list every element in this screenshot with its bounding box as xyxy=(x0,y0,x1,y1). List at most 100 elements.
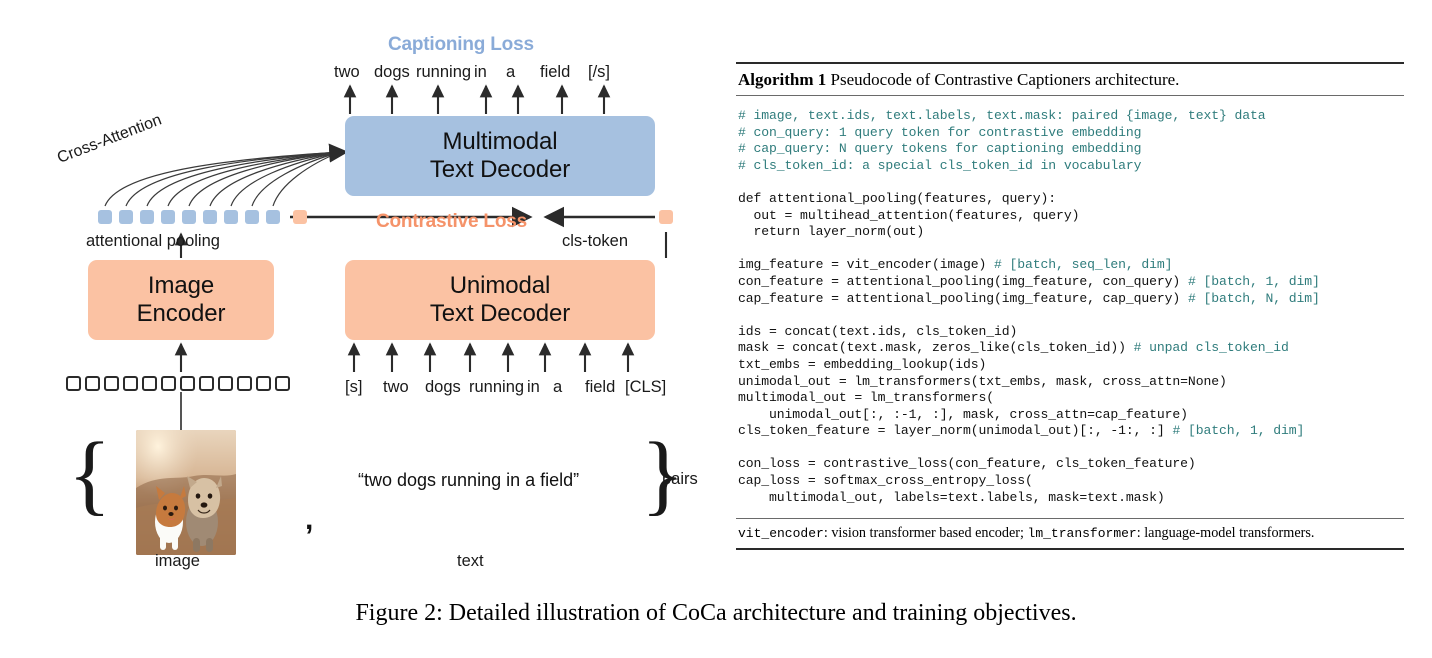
code-comment: # cap_query: N query tokens for captioni… xyxy=(738,141,1142,157)
code-text: multimodal_out = lm_transformers( xyxy=(738,390,994,406)
pairs-label: pairs xyxy=(662,470,698,488)
code-line xyxy=(738,440,1402,457)
code-line: mask = concat(text.mask, zeros_like(cls_… xyxy=(738,340,1402,357)
code-comment: # cls_token_id: a special cls_token_id i… xyxy=(738,157,1142,173)
code-line xyxy=(738,174,1402,191)
image-encoder-line2: Encoder xyxy=(136,300,226,327)
code-comment: # unpad cls_token_id xyxy=(1133,340,1289,356)
pooling-token xyxy=(140,210,154,224)
image-patch xyxy=(256,376,271,391)
footnote-text: : vision transformer based encoder; xyxy=(823,525,1028,542)
code-comment: # [batch, 1, dim] xyxy=(1187,273,1320,289)
code-comment: # [batch, N, dim] xyxy=(1187,290,1320,306)
algorithm-panel: Algorithm 1 Pseudocode of Contrastive Ca… xyxy=(736,62,1404,551)
code-text: return layer_norm(out) xyxy=(738,224,925,240)
pooling-token xyxy=(266,210,280,224)
image-patch xyxy=(123,376,138,391)
code-comment: # con_query: 1 query token for contrasti… xyxy=(738,124,1142,140)
code-text: txt_embs = embedding_lookup(ids) xyxy=(738,356,987,372)
algorithm-title-rest: Pseudocode of Contrastive Captioners arc… xyxy=(826,70,1180,89)
output-token-row: two dogs running in a field [/s] xyxy=(334,63,634,83)
image-patch xyxy=(275,376,290,391)
cls-token-square xyxy=(659,210,673,224)
coca-architecture-diagram: Captioning Loss Contrastive Loss two dogs… xyxy=(0,0,716,596)
code-line: con_loss = contrastive_loss(con_feature,… xyxy=(738,456,1402,473)
code-line: txt_embs = embedding_lookup(ids) xyxy=(738,357,1402,374)
image-patch xyxy=(85,376,100,391)
attentional-pooling-token-row xyxy=(98,210,307,224)
algorithm-code-block: # image, text.ids, text.labels, text.mas… xyxy=(736,96,1404,518)
image-modality-label: image xyxy=(155,552,200,570)
cross-attention-curves xyxy=(104,151,341,207)
code-line: unimodal_out = lm_transformers(txt_embs,… xyxy=(738,374,1402,391)
code-comment: # [batch, 1, dim] xyxy=(1172,423,1305,439)
cross-attention-arrowhead xyxy=(328,143,349,163)
pooling-token xyxy=(161,210,175,224)
multimodal-decoder-line2: Text Decoder xyxy=(429,156,571,183)
code-line: # cls_token_id: a special cls_token_id i… xyxy=(738,158,1402,175)
code-line xyxy=(738,241,1402,258)
output-token: dogs xyxy=(374,63,410,81)
unimodal-decoder-line2: Text Decoder xyxy=(429,300,571,327)
multimodal-decoder-line1: Multimodal xyxy=(442,127,558,155)
code-text: cap_loss = softmax_cross_entropy_loss( xyxy=(738,473,1033,489)
image-patch-row xyxy=(66,376,290,391)
image-patch xyxy=(237,376,252,391)
code-line: cap_loss = softmax_cross_entropy_loss( xyxy=(738,473,1402,490)
attentional-pooling-label: attentional pooling xyxy=(86,232,220,250)
code-line: multimodal_out = lm_transformers( xyxy=(738,390,1402,407)
code-line: # image, text.ids, text.labels, text.mas… xyxy=(738,108,1402,125)
unimodal-decoder-line1: Unimodal xyxy=(449,271,551,299)
input-token: in xyxy=(527,378,540,396)
captioning-loss-label: Captioning Loss xyxy=(388,34,534,55)
image-patch xyxy=(199,376,214,391)
footnote-code: vit_encoder xyxy=(738,526,824,542)
code-line: con_feature = attentional_pooling(img_fe… xyxy=(738,274,1402,291)
image-encoder-line1: Image xyxy=(147,271,215,299)
footnote-text: : language-model transformers. xyxy=(1136,525,1315,542)
output-token-arrows xyxy=(343,84,611,114)
pooling-token xyxy=(182,210,196,224)
code-text: unimodal_out[:, :-1, :], mask, cross_att… xyxy=(738,406,1188,422)
code-line: multimodal_out, labels=text.labels, mask… xyxy=(738,490,1402,507)
pooling-token xyxy=(98,210,112,224)
unimodal-text-decoder-block[interactable]: Unimodal Text Decoder xyxy=(345,260,655,340)
input-token: [CLS] xyxy=(625,378,667,396)
code-comment: # [batch, seq_len, dim] xyxy=(994,257,1173,273)
pooling-token xyxy=(119,210,133,224)
output-token: a xyxy=(506,63,516,81)
algorithm-title: Algorithm 1 Pseudocode of Contrastive Ca… xyxy=(736,64,1404,95)
code-line: # con_query: 1 query token for contrasti… xyxy=(738,125,1402,142)
code-line: unimodal_out[:, :-1, :], mask, cross_att… xyxy=(738,407,1402,424)
image-patch xyxy=(104,376,119,391)
output-token: [/s] xyxy=(588,63,611,81)
code-text: unimodal_out = lm_transformers(txt_embs,… xyxy=(738,373,1227,389)
input-token: two xyxy=(383,378,409,396)
code-text: out = multihead_attention(features, quer… xyxy=(738,207,1080,223)
input-token: [s] xyxy=(345,378,363,396)
code-line: img_feature = vit_encoder(image) # [batc… xyxy=(738,257,1402,274)
image-patch xyxy=(161,376,176,391)
image-encoder-block[interactable]: Image Encoder xyxy=(88,260,274,340)
code-text: ids = concat(text.ids, cls_token_id) xyxy=(738,323,1018,339)
multimodal-text-decoder-block[interactable]: Multimodal Text Decoder xyxy=(345,116,655,196)
code-text: img_feature = vit_encoder(image) xyxy=(738,257,994,273)
footnote-code: lm_transformer xyxy=(1027,526,1137,542)
code-text: mask = concat(text.mask, zeros_like(cls_… xyxy=(738,340,1134,356)
contrastive-loss-label: Contrastive Loss xyxy=(376,211,527,232)
image-patch xyxy=(180,376,195,391)
output-token: field xyxy=(540,63,571,81)
input-token: a xyxy=(553,378,563,396)
image-patch xyxy=(218,376,233,391)
algorithm-bottom-rule xyxy=(736,548,1404,551)
cls-token-label: cls-token xyxy=(562,232,629,250)
code-text: def attentional_pooling(features, query)… xyxy=(738,190,1057,206)
pair-comma: , xyxy=(305,503,314,536)
code-line: def attentional_pooling(features, query)… xyxy=(738,191,1402,208)
input-token-row: [s] two dogs running in a field [CLS] xyxy=(345,378,667,398)
text-modality-label: text xyxy=(457,552,484,570)
code-line xyxy=(738,307,1402,324)
